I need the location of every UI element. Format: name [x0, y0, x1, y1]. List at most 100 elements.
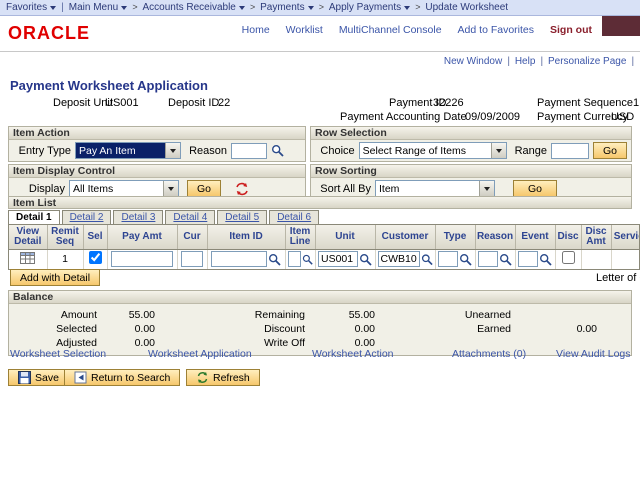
col-remit-seq[interactable]: Remit Seq	[47, 225, 83, 250]
chevron-down-icon	[168, 187, 174, 191]
balance-value: 0.00	[513, 323, 599, 337]
sort-all-by-label: Sort All By	[315, 183, 371, 195]
lookup-icon[interactable]	[499, 253, 512, 266]
chevron-down-icon	[496, 149, 502, 153]
sort-all-by-select[interactable]: Item	[375, 180, 495, 197]
col-unit[interactable]: Unit	[315, 225, 375, 250]
customer-input[interactable]	[378, 251, 420, 267]
deposit-unit-label: Deposit Unit	[53, 97, 113, 109]
home-link[interactable]: Home	[242, 24, 270, 36]
item-line-input[interactable]	[288, 251, 301, 267]
breadcrumb-current-page: Update Worksheet	[425, 2, 508, 13]
lookup-icon[interactable]	[268, 253, 281, 266]
breadcrumb: Favorites Main Menu Accounts Receivable …	[0, 0, 640, 16]
disc-checkbox[interactable]	[562, 251, 575, 264]
worksheet-selection-link[interactable]: Worksheet Selection	[10, 348, 106, 360]
tab-detail-5[interactable]: Detail 5	[217, 210, 267, 224]
row-selection-title: Row Selection	[311, 127, 631, 140]
multichannel-console-link[interactable]: MultiChannel Console	[339, 24, 442, 36]
reason-input[interactable]	[231, 143, 267, 159]
col-cur[interactable]: Cur	[177, 225, 207, 250]
col-view-detail[interactable]: View Detail	[9, 225, 47, 250]
dropdown-button[interactable]	[163, 181, 178, 196]
corner-decoration	[602, 16, 640, 36]
lookup-icon[interactable]	[459, 253, 472, 266]
view-detail-icon[interactable]	[20, 252, 35, 264]
item-display-control-box: Item Display Control Display All Items G…	[8, 164, 306, 200]
type-input[interactable]	[438, 251, 458, 267]
dropdown-button[interactable]	[165, 143, 180, 158]
balance-label: Discount	[157, 323, 307, 337]
range-label: Range	[511, 145, 547, 157]
col-customer[interactable]: Customer	[375, 225, 435, 250]
col-reason[interactable]: Reason	[475, 225, 515, 250]
event-input[interactable]	[518, 251, 538, 267]
col-sel[interactable]: Sel	[83, 225, 107, 250]
item-list-header: Item List	[8, 196, 632, 209]
menu-payments[interactable]: Payments	[260, 2, 313, 13]
worklist-link[interactable]: Worklist	[286, 24, 323, 36]
payment-worksheet-page: Favorites Main Menu Accounts Receivable …	[0, 0, 640, 480]
menu-apply-payments[interactable]: Apply Payments	[329, 2, 410, 13]
menu-favorites[interactable]: Favorites	[6, 2, 56, 13]
range-input[interactable]	[551, 143, 589, 159]
refresh-icon	[196, 371, 209, 384]
separator	[250, 2, 255, 13]
menu-accounts-receivable[interactable]: Accounts Receivable	[142, 2, 244, 13]
tab-detail-1[interactable]: Detail 1	[8, 210, 60, 224]
col-item-id[interactable]: Item ID	[207, 225, 285, 250]
dropdown-button[interactable]	[491, 143, 506, 158]
tab-detail-3[interactable]: Detail 3	[113, 210, 163, 224]
lookup-icon[interactable]	[539, 253, 552, 266]
item-action-title: Item Action	[9, 127, 305, 140]
lookup-icon[interactable]	[359, 253, 372, 266]
attachments-link[interactable]: Attachments (0)	[452, 348, 526, 360]
choice-select[interactable]: Select Range of Items	[359, 142, 508, 159]
col-disc-amt[interactable]: Disc Amt	[581, 225, 611, 250]
help-link[interactable]: Help	[515, 56, 536, 67]
sign-out-link[interactable]: Sign out	[550, 24, 592, 36]
menu-main-menu[interactable]: Main Menu	[69, 2, 127, 13]
header-bar: ORACLE Home Worklist MultiChannel Consol…	[0, 16, 640, 52]
reason-row-input[interactable]	[478, 251, 498, 267]
entry-type-select[interactable]: Pay An Item	[75, 142, 181, 159]
refresh-button[interactable]: Refresh	[186, 369, 260, 386]
refresh-conversion-icon[interactable]	[235, 182, 249, 196]
pay-amt-input[interactable]	[111, 251, 173, 267]
col-pay-amt[interactable]: Pay Amt	[107, 225, 177, 250]
lookup-icon[interactable]	[271, 144, 284, 157]
row-selection-box: Row Selection Choice Select Range of Ite…	[310, 126, 632, 162]
tab-detail-4[interactable]: Detail 4	[165, 210, 215, 224]
dropdown-button[interactable]	[479, 181, 494, 196]
sel-checkbox[interactable]	[89, 251, 102, 264]
col-service-part[interactable]: Service Par	[611, 225, 640, 250]
col-event[interactable]: Event	[515, 225, 555, 250]
row-selection-go-button[interactable]: Go	[593, 142, 627, 159]
tab-detail-2[interactable]: Detail 2	[62, 210, 112, 224]
col-item-line[interactable]: Item Line	[285, 225, 315, 250]
worksheet-application-link[interactable]: Worksheet Application	[148, 348, 252, 360]
balance-label: Selected	[9, 323, 99, 337]
tab-detail-6[interactable]: Detail 6	[269, 210, 319, 224]
row-sorting-go-button[interactable]: Go	[513, 180, 557, 197]
return-to-search-button[interactable]: Return to Search	[64, 369, 180, 386]
lookup-icon[interactable]	[302, 253, 313, 266]
worksheet-action-link[interactable]: Worksheet Action	[312, 348, 394, 360]
col-type[interactable]: Type	[435, 225, 475, 250]
balance-label: Amount	[9, 309, 99, 323]
new-window-link[interactable]: New Window	[444, 56, 502, 67]
save-button[interactable]: Save	[8, 369, 69, 386]
return-to-search-icon	[74, 371, 87, 384]
add-to-favorites-link[interactable]: Add to Favorites	[458, 24, 534, 36]
display-select[interactable]: All Items	[69, 180, 179, 197]
add-with-detail-button[interactable]: Add with Detail	[10, 269, 100, 286]
item-id-input[interactable]	[211, 251, 267, 267]
lookup-icon[interactable]	[421, 253, 433, 266]
cur-input[interactable]	[181, 251, 203, 267]
personalize-page-link[interactable]: Personalize Page	[548, 56, 626, 67]
item-display-go-button[interactable]: Go	[187, 180, 221, 197]
col-disc[interactable]: Disc	[555, 225, 581, 250]
payment-id-value: 32226	[433, 97, 464, 109]
unit-input[interactable]	[318, 251, 358, 267]
view-audit-logs-link[interactable]: View Audit Logs	[556, 348, 631, 360]
